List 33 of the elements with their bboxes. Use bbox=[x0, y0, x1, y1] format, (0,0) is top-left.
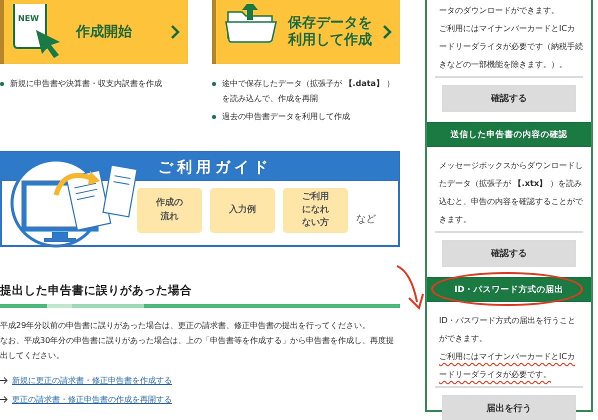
guide-link-button[interactable]: 作成の流れ bbox=[137, 188, 202, 233]
body-text: 平成29年分以前の申告書に誤りがあった場合は、更正の請求書、修正申告書の提出を行ってください。 bbox=[0, 320, 372, 332]
panel-button[interactable]: 届出を行う bbox=[442, 395, 576, 420]
text-link[interactable]: 新規に更正の請求書・修正申告書を作成する bbox=[12, 375, 172, 386]
guide-title: ご利用ガイド bbox=[158, 158, 272, 176]
guide-suffix-text: など bbox=[356, 212, 376, 226]
section-header-text: ID・パスワード方式の届出 bbox=[454, 284, 564, 296]
bullet-text: 新規に申告書や決算書・収支内訳書を作成 bbox=[10, 78, 162, 90]
chevron-right-icon bbox=[170, 24, 180, 40]
body-text: なお、平成30年分の申告書に誤りがあった場合は、上の「申告書等を作成する」から申告書を作成し、再度提出してください。 bbox=[0, 335, 396, 362]
text-link[interactable]: 更正の請求書・修正申告書の作成を再開する bbox=[12, 394, 172, 405]
panel-text: ご利用にはマイナンバーカードとICカードリーダライタが必要です。 bbox=[439, 350, 576, 381]
start-card-button[interactable]: 保存データを利用して作成 bbox=[212, 0, 400, 64]
panel-text: ータのダウンロードができます。 bbox=[439, 4, 560, 17]
folder-upload-icon bbox=[224, 4, 278, 44]
panel-text: ご利用にはマイナンバーカードとICカードリーダライタが必要です（納税手続きなどの一部機能を除きます。）。 bbox=[439, 22, 583, 71]
new-label: NEW bbox=[18, 14, 39, 23]
chevron-right-icon bbox=[382, 24, 392, 40]
start-card-button[interactable]: NEW 作成開始 bbox=[0, 0, 188, 64]
bullet-text: 過去の申告書データを利用して作成 bbox=[222, 111, 350, 123]
panel-button[interactable]: 確認する bbox=[442, 240, 576, 267]
arrow-right-icon bbox=[0, 377, 8, 384]
bullet-text: 途中で保存したデータ（拡張子が 【.data】 ）を読み込んで、作成を再開 bbox=[222, 78, 396, 105]
section-heading: 提出した申告書に誤りがあった場合 bbox=[0, 283, 193, 298]
section-header-text: 送信した申告書の内容の確認 bbox=[450, 128, 568, 140]
start-card-label: 作成開始 bbox=[76, 24, 133, 40]
guide-link-button[interactable]: ご利用になれない方 bbox=[283, 188, 348, 233]
panel-button[interactable]: 確認する bbox=[442, 85, 576, 112]
panel-text: ID・パスワード方式の届出を行うことができます。 bbox=[439, 314, 577, 345]
panel-text: メッセージボックスからダウンロードしたデータ（拡張子が 【.xtx】 ）を読み込むと、申告の内容を確認することができます。 bbox=[439, 159, 583, 226]
guide-link-button[interactable]: 入力例 bbox=[210, 188, 275, 233]
start-card-label: 保存データを利用して作成 bbox=[288, 15, 372, 49]
arrow-right-icon bbox=[0, 396, 8, 403]
